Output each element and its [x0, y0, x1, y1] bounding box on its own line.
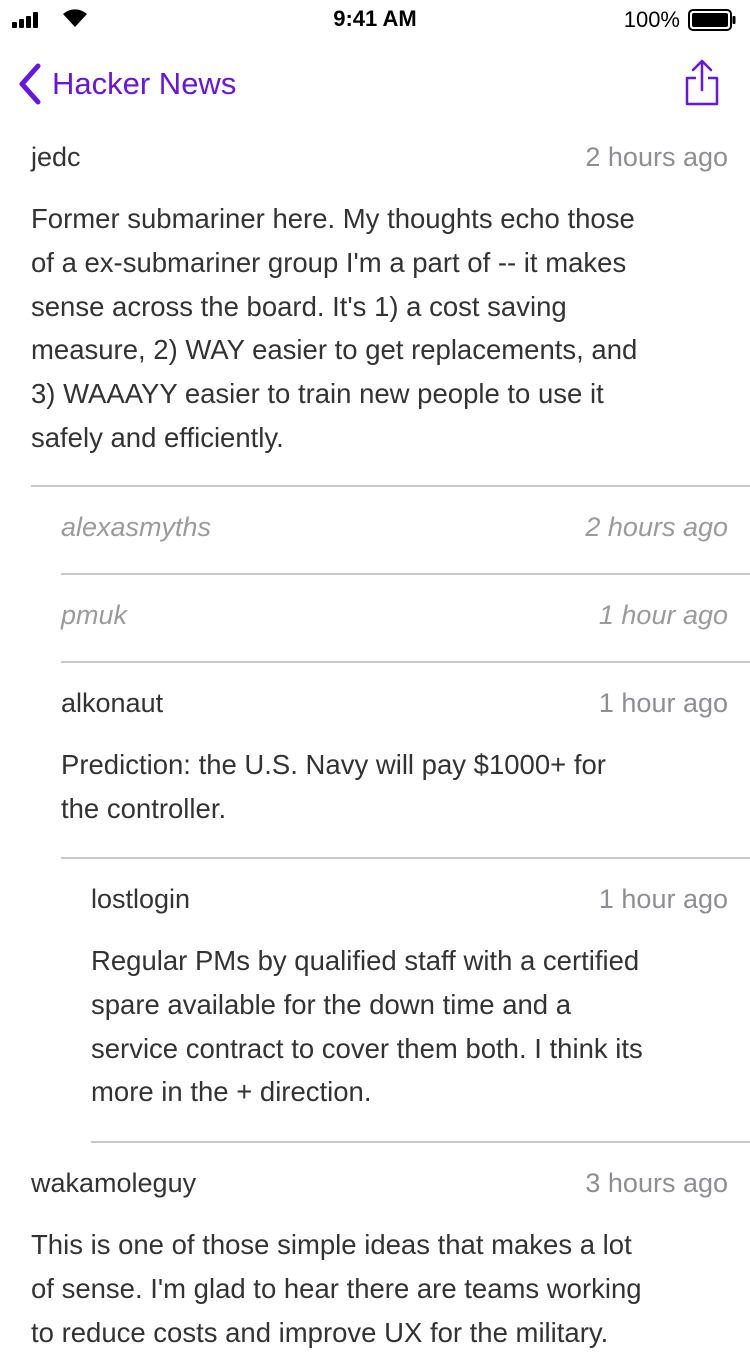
- comment-header: alexasmyths 2 hours ago: [0, 512, 750, 552]
- chevron-left-icon: [19, 63, 41, 105]
- comment-time: 2 hours ago: [585, 142, 728, 172]
- comment-line: more in the + direction.: [91, 1076, 372, 1108]
- comment-author[interactable]: pmuk: [61, 600, 127, 631]
- comment-line: Prediction: the U.S. Navy will pay $1000…: [61, 749, 606, 780]
- divider: [91, 1141, 750, 1143]
- comment-line: the controller.: [61, 792, 227, 824]
- divider: [31, 485, 750, 487]
- comment-lostlogin[interactable]: lostlogin 1 hour ago Regular PMs by qual…: [0, 884, 750, 1107]
- comment-body: This is one of those simple ideas that m…: [31, 1223, 642, 1354]
- comment-line: safely and efficiently.: [31, 421, 284, 453]
- status-bar: 9:41 AM 100%: [0, 0, 750, 40]
- battery-percent: 100%: [623, 7, 680, 32]
- comment-line: service contract to cover them both. I t…: [91, 1032, 643, 1064]
- divider: [61, 857, 750, 859]
- comment-author[interactable]: jedc: [31, 142, 81, 173]
- share-icon[interactable]: [684, 58, 720, 108]
- comment-line: of sense. I'm glad to hear there are tea…: [31, 1272, 642, 1304]
- comment-line: Regular PMs by qualified staff with a ce…: [91, 945, 640, 976]
- comment-line: Former submariner here. My thoughts echo…: [31, 203, 635, 234]
- comment-time: 1 hour ago: [598, 688, 728, 718]
- comment-author[interactable]: lostlogin: [91, 884, 190, 915]
- comment-author[interactable]: alexasmyths: [61, 512, 211, 543]
- comment-alkonaut[interactable]: alkonaut 1 hour ago Prediction: the U.S.…: [0, 688, 750, 824]
- comment-jedc[interactable]: jedc 2 hours ago Former submariner here.…: [0, 142, 750, 453]
- comment-pmuk-collapsed[interactable]: pmuk 1 hour ago: [0, 600, 750, 640]
- comment-header: alkonaut 1 hour ago: [0, 688, 750, 728]
- comment-alexasmyths-collapsed[interactable]: alexasmyths 2 hours ago: [0, 512, 750, 552]
- comment-header: jedc 2 hours ago: [0, 142, 750, 182]
- back-button-label: Hacker News: [52, 66, 237, 101]
- comment-body: Prediction: the U.S. Navy will pay $1000…: [61, 743, 606, 831]
- comment-line: to reduce costs and improve UX for the m…: [31, 1316, 609, 1348]
- comment-line: sense across the board. It's 1) a cost s…: [31, 290, 567, 322]
- comment-line: 3) WAAAYY easier to train new people to …: [31, 378, 604, 410]
- comment-wakamoleguy[interactable]: wakamoleguy 3 hours ago This is one of t…: [0, 1168, 750, 1348]
- comment-time: 2 hours ago: [585, 512, 728, 542]
- divider: [61, 573, 750, 575]
- comment-time: 1 hour ago: [598, 600, 728, 630]
- comment-time: 3 hours ago: [585, 1168, 728, 1198]
- comment-line: of a ex-submariner group I'm a part of -…: [31, 246, 627, 278]
- comment-time: 1 hour ago: [598, 884, 728, 914]
- comment-line: This is one of those simple ideas that m…: [31, 1229, 632, 1260]
- divider: [61, 661, 750, 663]
- comment-line: measure, 2) WAY easier to get replacemen…: [31, 334, 638, 366]
- comment-header: pmuk 1 hour ago: [0, 600, 750, 640]
- comment-body: Regular PMs by qualified staff with a ce…: [91, 939, 643, 1114]
- back-button[interactable]: Hacker News: [16, 62, 236, 106]
- comment-line: spare available for the down time and a: [91, 988, 572, 1020]
- battery-icon: [688, 9, 736, 31]
- navigation-bar: Hacker News: [0, 40, 750, 130]
- comment-header: lostlogin 1 hour ago: [0, 884, 750, 924]
- comment-body: Former submariner here. My thoughts echo…: [31, 197, 637, 460]
- comment-author[interactable]: wakamoleguy: [31, 1168, 196, 1199]
- comment-header: wakamoleguy 3 hours ago: [0, 1168, 750, 1208]
- comment-author[interactable]: alkonaut: [61, 688, 163, 719]
